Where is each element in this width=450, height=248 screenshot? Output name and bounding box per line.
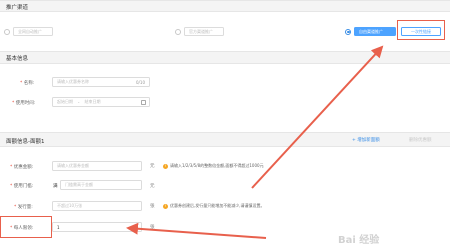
limit-unit: 张 xyxy=(150,225,155,230)
name-counter: 0/10 xyxy=(136,79,145,85)
basic-section-header xyxy=(0,51,450,64)
threshold-label: * 使用门槛: xyxy=(10,184,34,189)
issue-unit: 张 xyxy=(150,204,155,209)
face-section-title: 面额信息-面额1 xyxy=(6,139,45,145)
arrow-to-limit-input xyxy=(126,222,267,239)
amount-hint: ! 请输入1/2/3/5/8的整数倍金额,面额不得超过1000元 xyxy=(163,163,264,169)
channel-option-label: 全网自动推广 xyxy=(13,27,53,36)
watermark-logo: Bai 经验 xyxy=(338,235,380,246)
amount-hint-text: 请输入1/2/3/5/8的整数倍金额,面额不得超过1000元 xyxy=(170,163,264,168)
channel-option-free[interactable]: 自由渠道推广 xyxy=(345,26,396,37)
radio-selected-icon[interactable] xyxy=(345,28,351,35)
threshold-input[interactable]: 门槛需高于金额 xyxy=(60,180,142,190)
basic-section-title: 基本信息 xyxy=(6,56,29,62)
highlight-box xyxy=(397,20,445,40)
face-section-header xyxy=(0,132,450,147)
calendar-icon[interactable] xyxy=(141,99,146,105)
amount-placeholder: 请输入优惠券金额 xyxy=(57,163,89,168)
issue-hint-text: 优惠券创建后,发行量只能增加不能减少,请谨慎设置。 xyxy=(170,203,265,208)
limit-input[interactable]: 1 xyxy=(52,222,142,232)
channel-option-label: 官方渠道推广 xyxy=(184,27,224,36)
threshold-placeholder: 门槛需高于金额 xyxy=(65,182,93,187)
name-placeholder: 请输入优惠券名称 xyxy=(57,79,89,84)
radio-icon[interactable] xyxy=(175,28,181,35)
issue-placeholder: 不超过10万张 xyxy=(57,203,83,208)
issue-input[interactable]: 不超过10万张 xyxy=(52,201,142,211)
channel-option-official[interactable]: 官方渠道推广 xyxy=(175,26,224,37)
threshold-prefix: 满 xyxy=(53,184,58,189)
arrow-to-generate-link xyxy=(251,45,384,189)
threshold-unit: 元 xyxy=(150,184,155,189)
limit-value: 1 xyxy=(57,224,60,230)
channel-section-title: 推广渠道 xyxy=(6,4,29,11)
channel-option-auto[interactable]: 全网自动推广 xyxy=(4,26,53,37)
name-input[interactable]: 请输入优惠券名称 0/10 xyxy=(52,77,150,87)
issue-label: * 发行量: xyxy=(14,205,33,210)
amount-input[interactable]: 请输入优惠券金额 xyxy=(52,161,142,171)
start-date-placeholder: 起始日期 xyxy=(57,99,73,104)
warning-icon: ! xyxy=(163,203,168,209)
time-label: * 使用时间: xyxy=(12,101,36,106)
add-face-value-link[interactable]: + 增加新面额 xyxy=(352,137,380,143)
amount-unit: 元 xyxy=(150,164,155,169)
name-label: * 名称: xyxy=(20,81,35,86)
highlight-box xyxy=(0,216,52,238)
issue-hint: ! 优惠券创建后,发行量只能增加不能减少,请谨慎设置。 xyxy=(163,203,265,209)
warning-icon: ! xyxy=(163,163,168,169)
delete-face-value-link[interactable]: 删除优惠额 xyxy=(409,137,432,143)
radio-icon[interactable] xyxy=(4,28,10,35)
date-separator: - xyxy=(78,99,80,105)
date-range-input[interactable]: 起始日期 - 结束日期 xyxy=(52,97,150,107)
channel-section-header xyxy=(0,0,450,12)
amount-label: * 优惠金额: xyxy=(10,165,34,170)
channel-option-label: 自由渠道推广 xyxy=(354,27,396,36)
end-date-placeholder: 结束日期 xyxy=(84,99,101,104)
